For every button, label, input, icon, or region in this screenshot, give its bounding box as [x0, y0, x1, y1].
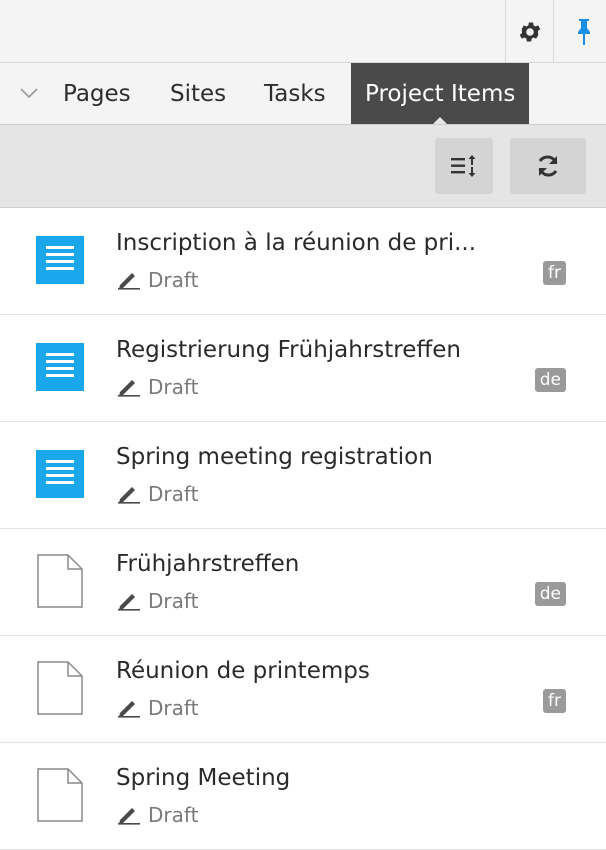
item-title: Inscription à la réunion de pri... — [116, 230, 477, 256]
tab-bar: Pages Sites Tasks Project Items — [0, 63, 606, 125]
language-badge: de — [534, 582, 566, 606]
item-title: Registrierung Frühjahrstreffen — [116, 337, 461, 363]
item-status: Draft — [116, 482, 198, 506]
page-icon — [37, 661, 83, 715]
tab-pages[interactable]: Pages — [63, 63, 131, 124]
refresh-icon — [538, 155, 558, 177]
refresh-button[interactable] — [510, 138, 586, 194]
form-icon — [36, 450, 84, 498]
status-label: Draft — [148, 803, 199, 827]
list-item[interactable]: Réunion de printemps Draft fr — [0, 636, 606, 743]
status-label: Draft — [148, 375, 199, 399]
item-title: Spring Meeting — [116, 765, 291, 791]
page-icon — [37, 554, 83, 608]
sort-icon — [451, 155, 476, 177]
language-badge: fr — [543, 261, 566, 285]
form-icon — [36, 343, 84, 391]
item-title: Spring meeting registration — [116, 444, 433, 470]
toolbar — [0, 125, 606, 208]
page-icon — [37, 768, 83, 822]
tab-sites[interactable]: Sites — [170, 63, 226, 124]
item-status: Draft — [116, 589, 198, 613]
pin-icon — [578, 18, 590, 45]
tab-project-items[interactable]: Project Items — [351, 63, 530, 124]
item-status: Draft — [116, 803, 198, 827]
divider — [553, 0, 554, 63]
item-status: Draft — [116, 268, 198, 292]
settings-button[interactable] — [508, 0, 552, 63]
item-title: Réunion de printemps — [116, 658, 370, 684]
form-icon — [36, 236, 84, 284]
project-items-list: Inscription à la réunion de pri... Draft… — [0, 208, 606, 850]
list-item[interactable]: Frühjahrstreffen Draft de — [0, 529, 606, 636]
list-item[interactable]: Inscription à la réunion de pri... Draft… — [0, 208, 606, 315]
pencil-icon — [118, 808, 140, 825]
status-label: Draft — [148, 696, 199, 720]
item-status: Draft — [116, 375, 198, 399]
pencil-icon — [118, 701, 140, 718]
chevron-down-icon[interactable] — [20, 88, 38, 100]
pencil-icon — [118, 380, 140, 397]
pencil-icon — [118, 273, 140, 290]
language-badge: de — [534, 368, 566, 392]
pin-button[interactable] — [562, 0, 606, 63]
status-label: Draft — [148, 589, 199, 613]
sort-button[interactable] — [435, 138, 493, 194]
language-badge: fr — [543, 689, 566, 713]
pencil-icon — [118, 594, 140, 611]
divider — [505, 0, 506, 63]
item-title: Frühjahrstreffen — [116, 551, 300, 577]
item-status: Draft — [116, 696, 198, 720]
status-label: Draft — [148, 482, 199, 506]
list-item[interactable]: Registrierung Frühjahrstreffen Draft de — [0, 315, 606, 422]
list-item[interactable]: Spring meeting registration Draft — [0, 422, 606, 529]
status-label: Draft — [148, 268, 199, 292]
gear-icon — [519, 21, 541, 42]
pencil-icon — [118, 487, 140, 504]
top-bar — [0, 0, 606, 63]
list-item[interactable]: Spring Meeting Draft — [0, 743, 606, 850]
tab-tasks[interactable]: Tasks — [264, 63, 326, 124]
